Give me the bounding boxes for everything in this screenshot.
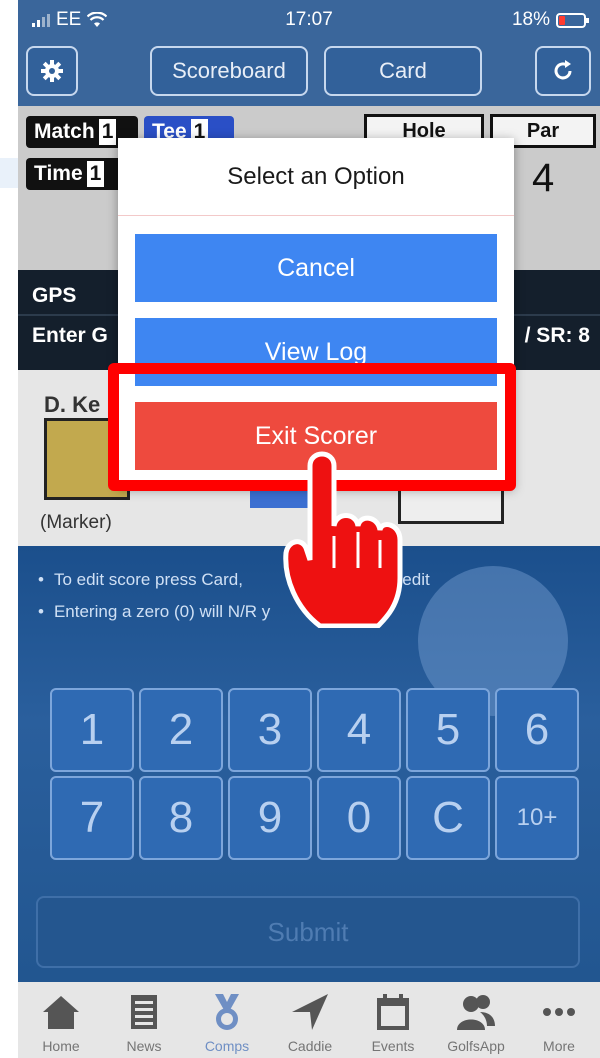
cancel-button[interactable]: Cancel — [135, 234, 497, 302]
time-pill: Time 1 — [26, 158, 130, 190]
tab-more-label: More — [543, 1038, 575, 1054]
card-button[interactable]: Card — [324, 46, 482, 96]
settings-button[interactable] — [26, 46, 78, 96]
key-2[interactable]: 2 — [139, 688, 223, 772]
news-icon — [131, 995, 157, 1029]
battery-icon — [556, 12, 589, 28]
calendar-icon — [377, 994, 409, 1030]
marker-label: (Marker) — [40, 512, 112, 533]
key-3[interactable]: 3 — [228, 688, 312, 772]
tab-events-label: Events — [371, 1038, 415, 1054]
home-icon — [43, 996, 79, 1029]
match-value: 1 — [98, 119, 117, 145]
key-1[interactable]: 1 — [50, 688, 134, 772]
refresh-button[interactable] — [535, 46, 591, 96]
key-0[interactable]: 0 — [317, 776, 401, 860]
navigation-icon — [292, 994, 328, 1030]
key-5[interactable]: 5 — [406, 688, 490, 772]
tab-events[interactable]: Events — [352, 982, 434, 1058]
app-screen: EE 17:07 18% Scoreboard Card Match 1 Tee… — [18, 0, 600, 1058]
battery-group: 18% — [511, 9, 589, 31]
dialog-title: Select an Option — [227, 163, 405, 190]
key-9[interactable]: 9 — [228, 776, 312, 860]
gps-label: GPS — [32, 284, 77, 307]
tab-golfsapp[interactable]: GolfsApp — [435, 982, 517, 1058]
medal-icon — [215, 994, 239, 1030]
top-nav: Scoreboard Card — [18, 40, 600, 106]
match-label: Match — [34, 120, 95, 143]
people-icon — [457, 995, 495, 1030]
key-8[interactable]: 8 — [139, 776, 223, 860]
pointing-hand-icon — [283, 451, 403, 628]
left-accent — [0, 158, 18, 188]
key-4[interactable]: 4 — [317, 688, 401, 772]
tab-caddie[interactable]: Caddie — [269, 982, 351, 1058]
key-clear[interactable]: C — [406, 776, 490, 860]
tab-comps-label: Comps — [204, 1038, 250, 1054]
status-bar: EE 17:07 18% — [18, 0, 600, 40]
key-10-plus[interactable]: 10+ — [495, 776, 579, 860]
battery-percent: 18% — [511, 9, 550, 30]
tab-bar: Home News Comps Caddie Events GolfsApp M… — [18, 982, 600, 1058]
tab-home[interactable]: Home — [20, 982, 102, 1058]
tab-home-label: Home — [42, 1038, 80, 1054]
gps-enter-text: Enter G — [32, 324, 108, 347]
tab-news[interactable]: News — [103, 982, 185, 1058]
tab-caddie-label: Caddie — [287, 1038, 333, 1054]
left-margin — [0, 0, 18, 1058]
par-value: 4 — [532, 156, 555, 200]
tab-more[interactable]: More — [518, 982, 600, 1058]
more-icon — [543, 1008, 575, 1016]
tab-news-label: News — [126, 1038, 162, 1054]
dialog-divider — [118, 215, 514, 216]
refresh-icon — [554, 60, 572, 80]
tab-golfsapp-label: GolfsApp — [447, 1038, 505, 1054]
key-7[interactable]: 7 — [50, 776, 134, 860]
player-name: D. Ke — [44, 392, 101, 417]
submit-button[interactable]: Submit — [36, 896, 580, 968]
time-value: 1 — [86, 161, 105, 187]
gps-sr-text: / SR: 8 — [524, 324, 590, 347]
time-label: Time — [34, 162, 83, 185]
tab-comps[interactable]: Comps — [186, 982, 268, 1058]
key-6[interactable]: 6 — [495, 688, 579, 772]
scoreboard-button[interactable]: Scoreboard — [150, 46, 308, 96]
gear-icon — [41, 60, 63, 82]
